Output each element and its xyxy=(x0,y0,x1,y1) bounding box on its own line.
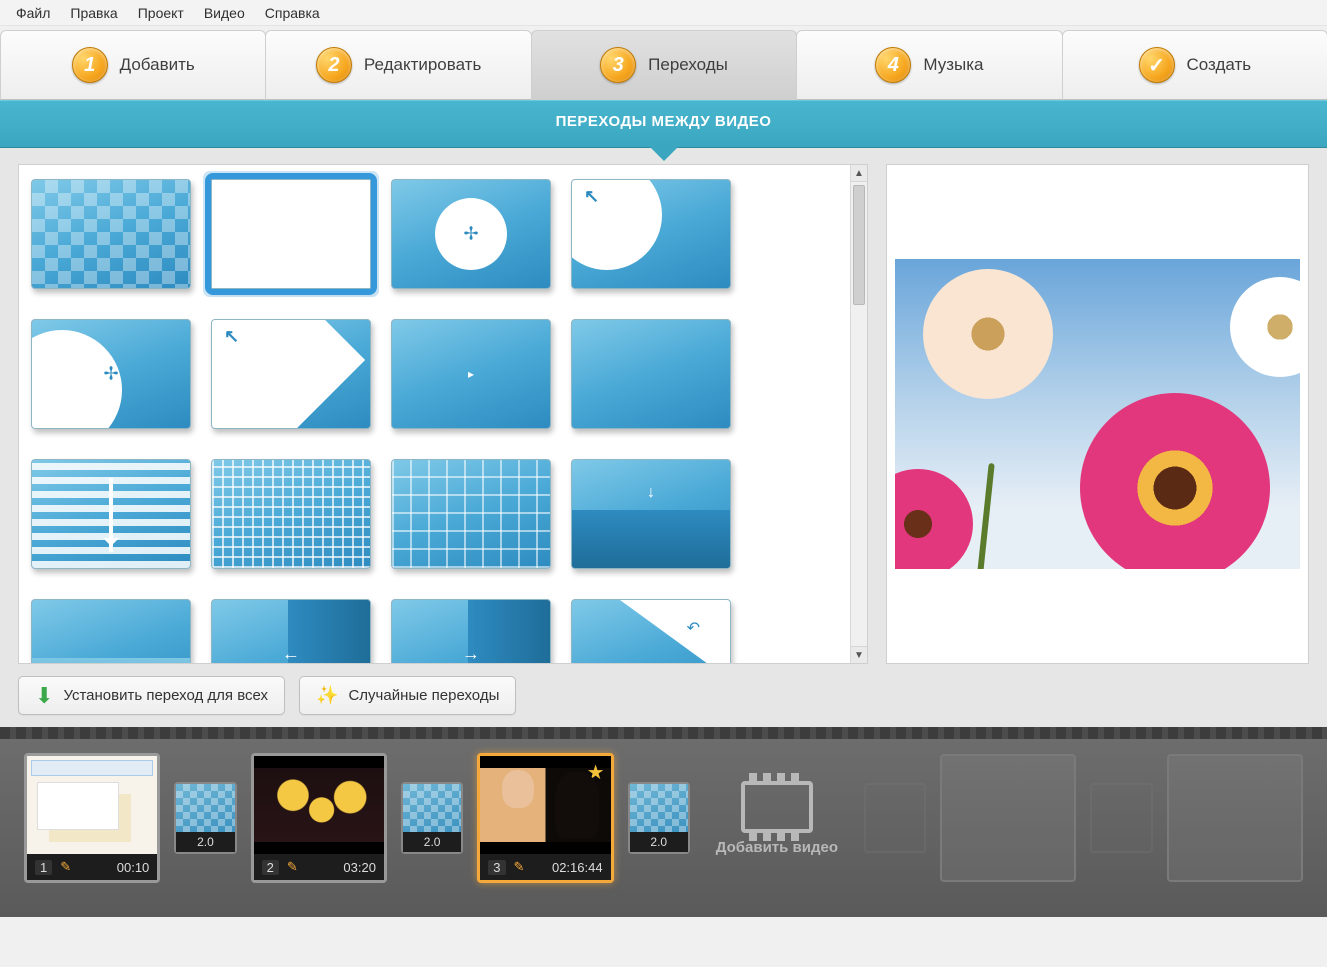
menu-video[interactable]: Видео xyxy=(194,2,255,24)
apply-all-button[interactable]: ⬇ Установить переход для всех xyxy=(18,676,285,715)
clip-index: 1 xyxy=(35,860,52,875)
step-badge-check-icon: ✓ xyxy=(1139,47,1175,83)
transition-thumb-icon xyxy=(403,784,461,832)
flower-icon xyxy=(923,269,1053,399)
transition-item[interactable] xyxy=(31,599,191,664)
flower-icon xyxy=(1080,393,1270,569)
download-arrow-icon: ⬇ xyxy=(35,689,53,703)
transition-thumb-icon xyxy=(176,784,234,832)
step-label: Добавить xyxy=(120,55,195,75)
transition-item[interactable] xyxy=(571,179,731,289)
step-label: Переходы xyxy=(648,55,728,75)
transition-item[interactable] xyxy=(31,319,191,429)
clip-thumbnail xyxy=(27,756,157,854)
transition-item[interactable] xyxy=(31,179,191,289)
button-label: Установить переход для всех xyxy=(63,687,268,704)
edit-pencil-icon[interactable]: ✎ xyxy=(514,859,525,875)
transition-item[interactable] xyxy=(211,319,371,429)
menu-help[interactable]: Справка xyxy=(255,2,330,24)
scroll-up-icon[interactable]: ▲ xyxy=(851,165,867,182)
transition-actions: ⬇ Установить переход для всех ✨ Случайны… xyxy=(18,664,1309,717)
transition-item[interactable] xyxy=(571,319,731,429)
step-label: Создать xyxy=(1187,55,1252,75)
transition-item[interactable] xyxy=(31,459,191,569)
timeline-transition[interactable]: 2.0 xyxy=(401,782,463,854)
timeline-placeholder-transition xyxy=(864,783,926,853)
transition-item[interactable] xyxy=(571,459,731,569)
workspace: ▲ ▼ ⬇ Установить переход для в xyxy=(0,148,1327,727)
step-badge-4-icon: 4 xyxy=(875,47,911,83)
step-badge-3-icon: 3 xyxy=(600,47,636,83)
step-badge-2-icon: 2 xyxy=(316,47,352,83)
step-edit[interactable]: 2 Редактировать xyxy=(265,30,531,100)
clip-infobar: 3 ✎ 02:16:44 xyxy=(480,854,610,880)
step-label: Музыка xyxy=(923,55,983,75)
clip-duration: 02:16:44 xyxy=(552,860,603,875)
timeline-transition[interactable]: 2.0 xyxy=(174,782,236,854)
clip-infobar: 2 ✎ 03:20 xyxy=(254,854,384,880)
filmstrip-icon xyxy=(741,781,813,833)
step-transitions[interactable]: 3 Переходы xyxy=(531,30,797,100)
button-label: Случайные переходы xyxy=(348,687,499,704)
transition-item[interactable] xyxy=(571,599,731,664)
random-transitions-button[interactable]: ✨ Случайные переходы xyxy=(299,676,516,715)
transition-thumb-icon xyxy=(630,784,688,832)
transition-item[interactable] xyxy=(391,179,551,289)
menu-bar: Файл Правка Проект Видео Справка xyxy=(0,0,1327,26)
step-label: Редактировать xyxy=(364,55,481,75)
timeline-clip[interactable]: ★ 3 ✎ 02:16:44 xyxy=(477,753,613,883)
favorite-star-icon: ★ xyxy=(587,760,605,785)
clip-index: 3 xyxy=(488,860,505,875)
transitions-scrollbar[interactable]: ▲ ▼ xyxy=(850,165,867,663)
magic-wand-icon: ✨ xyxy=(316,685,338,706)
timeline-placeholder-clip xyxy=(940,754,1076,882)
preview-panel xyxy=(886,164,1309,664)
timeline-placeholder-clip xyxy=(1167,754,1303,882)
scroll-down-icon[interactable]: ▼ xyxy=(851,646,867,663)
transition-duration: 2.0 xyxy=(630,832,688,852)
transition-duration: 2.0 xyxy=(176,832,234,852)
menu-edit[interactable]: Правка xyxy=(60,2,127,24)
step-music[interactable]: 4 Музыка xyxy=(796,30,1062,100)
clip-infobar: 1 ✎ 00:10 xyxy=(27,854,157,880)
transitions-grid xyxy=(27,173,859,664)
menu-project[interactable]: Проект xyxy=(128,2,194,24)
timeline: 1 ✎ 00:10 2.0 2 ✎ 03:20 2.0 xyxy=(0,727,1327,917)
clip-duration: 00:10 xyxy=(117,860,150,875)
step-create[interactable]: ✓ Создать xyxy=(1062,30,1327,100)
menu-file[interactable]: Файл xyxy=(6,2,60,24)
transition-item[interactable] xyxy=(211,599,371,664)
preview-image xyxy=(895,259,1300,569)
timeline-clip[interactable]: 1 ✎ 00:10 xyxy=(24,753,160,883)
transitions-panel: ▲ ▼ xyxy=(18,164,868,664)
wizard-steps: 1 Добавить 2 Редактировать 3 Переходы 4 … xyxy=(0,26,1327,100)
timeline-transition[interactable]: 2.0 xyxy=(628,782,690,854)
transition-item[interactable] xyxy=(391,459,551,569)
edit-pencil-icon[interactable]: ✎ xyxy=(287,859,298,875)
add-video-label: Добавить видео xyxy=(716,839,838,856)
section-banner: ПЕРЕХОДЫ МЕЖДУ ВИДЕО xyxy=(0,100,1327,148)
clip-duration: 03:20 xyxy=(343,860,376,875)
step-badge-1-icon: 1 xyxy=(72,47,108,83)
scroll-thumb[interactable] xyxy=(853,185,865,305)
clip-thumbnail xyxy=(254,756,384,854)
step-add[interactable]: 1 Добавить xyxy=(0,30,266,100)
transition-duration: 2.0 xyxy=(403,832,461,852)
transition-item[interactable] xyxy=(211,179,371,289)
transition-item[interactable] xyxy=(211,459,371,569)
edit-pencil-icon[interactable]: ✎ xyxy=(60,859,71,875)
timeline-placeholder-transition xyxy=(1090,783,1152,853)
timeline-clip[interactable]: 2 ✎ 03:20 xyxy=(251,753,387,883)
add-video-button[interactable]: Добавить видео xyxy=(704,753,850,883)
transition-item[interactable] xyxy=(391,599,551,664)
clip-thumbnail: ★ xyxy=(480,756,610,854)
clip-index: 2 xyxy=(262,860,279,875)
transition-item[interactable] xyxy=(391,319,551,429)
